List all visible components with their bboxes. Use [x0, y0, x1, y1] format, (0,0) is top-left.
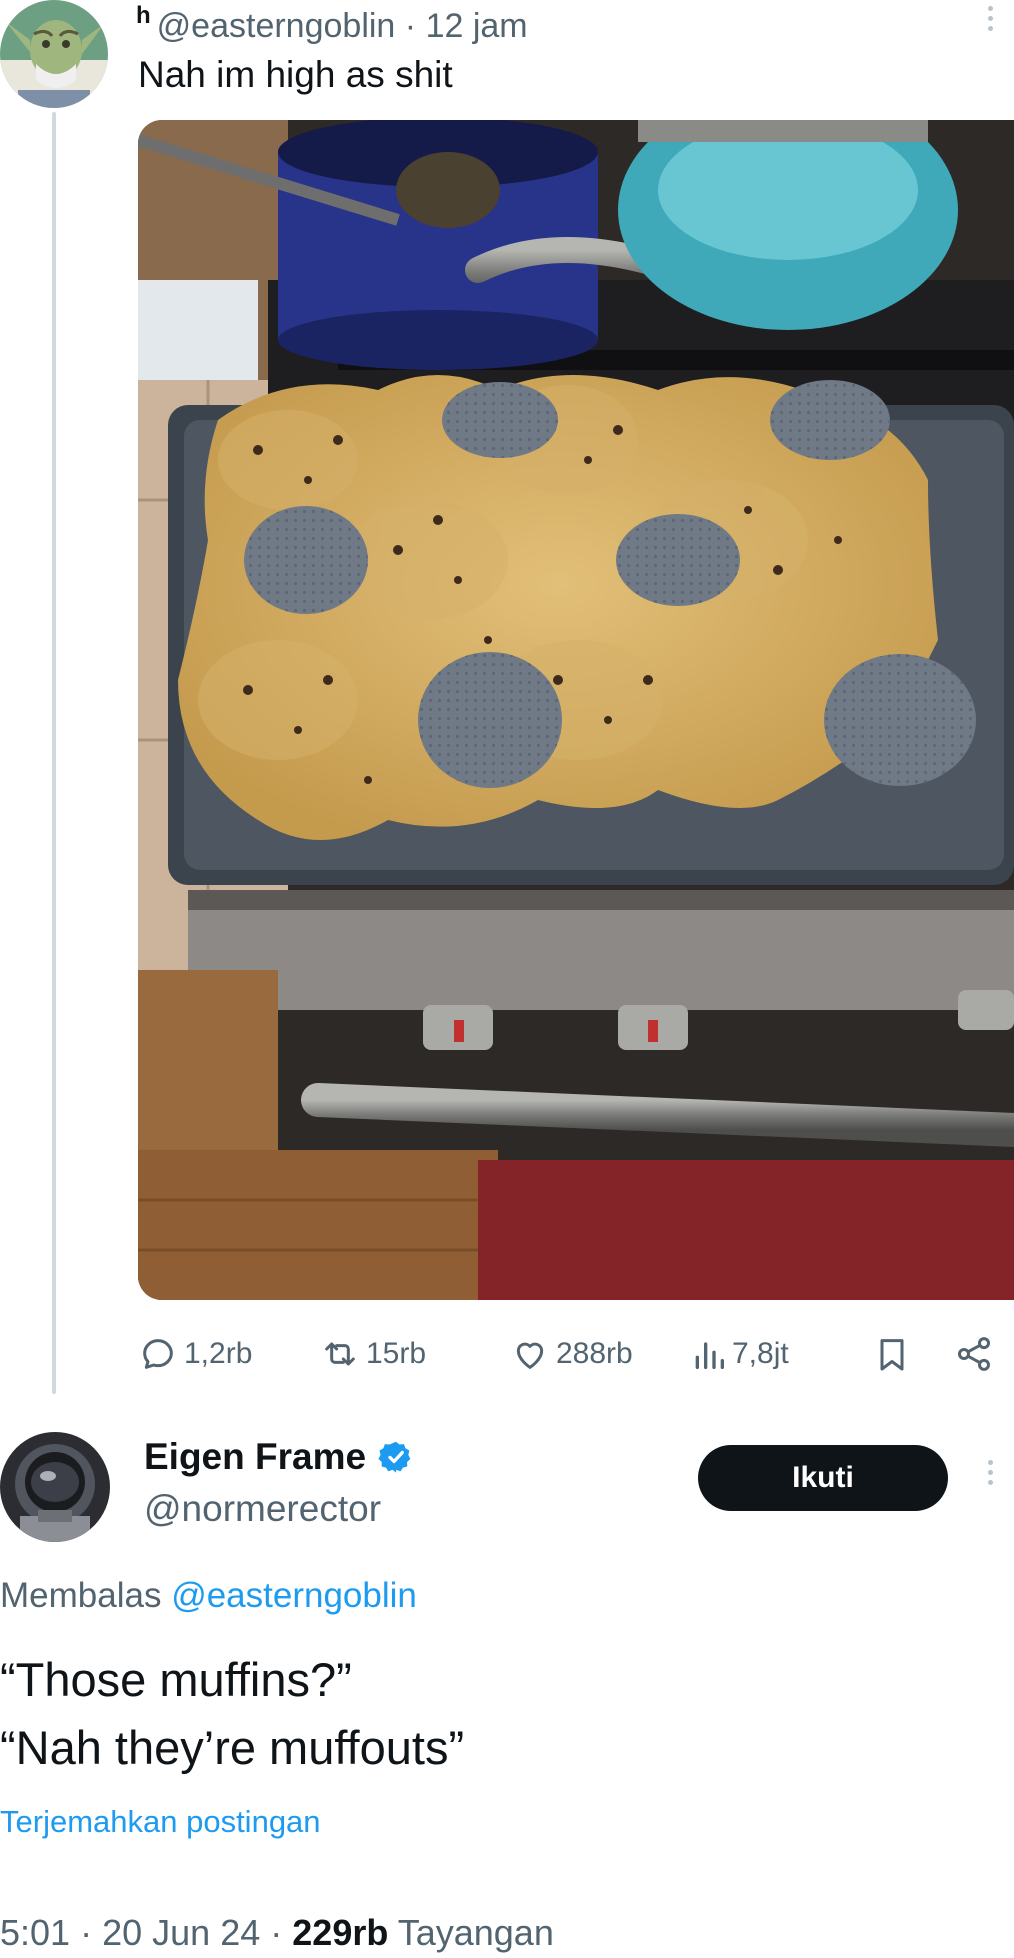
like-icon	[516, 1342, 544, 1369]
header-separator: ·	[404, 7, 417, 45]
views-icon	[695, 1342, 724, 1369]
thread-connector-line	[52, 112, 56, 1394]
parent-display-name-fragment[interactable]: h	[136, 2, 151, 29]
views-button[interactable]: 7,8jt	[692, 1330, 789, 1378]
reply-views-label: Tayangan	[397, 1912, 554, 1953]
views-count: 7,8jt	[732, 1337, 789, 1370]
reply-icon	[143, 1339, 173, 1369]
follow-button[interactable]: Ikuti	[698, 1445, 948, 1511]
tweet-photo[interactable]	[138, 120, 1014, 1300]
reply-avatar[interactable]	[0, 1432, 110, 1542]
reply-meta-line: 5:01 · 20 Jun 24 · 229rb Tayangan	[0, 1912, 554, 1954]
repost-count: 15rb	[366, 1337, 427, 1370]
meta-separator-1: ·	[80, 1912, 93, 1953]
reply-button[interactable]: 1,2rb	[138, 1330, 252, 1378]
replying-to-line: Membalas @easterngoblin	[0, 1576, 417, 1616]
bookmark-button[interactable]	[872, 1330, 912, 1378]
parent-tweet[interactable]: h @easterngoblin · 12 jam Nah im high as …	[0, 0, 1014, 1400]
verified-badge-icon	[378, 1441, 411, 1473]
repost-button[interactable]: 15rb	[320, 1330, 426, 1378]
parent-more-icon[interactable]	[984, 6, 996, 31]
parent-avatar[interactable]	[0, 0, 108, 108]
replying-to-mention[interactable]: @easterngoblin	[171, 1576, 417, 1615]
bookmark-icon	[880, 1339, 904, 1371]
replying-prefix: Membalas	[0, 1576, 162, 1615]
like-count: 288rb	[556, 1337, 633, 1370]
reply-handle[interactable]: @normerector	[144, 1488, 381, 1530]
reply-time[interactable]: 5:01	[0, 1912, 70, 1953]
parent-handle[interactable]: @easterngoblin	[157, 7, 396, 45]
reply-views-count: 229rb	[292, 1912, 389, 1953]
reply-count: 1,2rb	[184, 1337, 253, 1370]
parent-action-bar: 1,2rb 15rb 288rb 7,8jt	[138, 1330, 1014, 1378]
parent-tweet-header: h @easterngoblin · 12 jam	[136, 2, 528, 46]
share-icon	[957, 1337, 991, 1371]
reply-author-row: Eigen Frame	[144, 1436, 414, 1478]
reply-display-name[interactable]: Eigen Frame	[144, 1436, 366, 1478]
reply-more-icon[interactable]	[984, 1460, 996, 1485]
share-button[interactable]	[954, 1330, 994, 1378]
reply-date[interactable]: 20 Jun 24	[102, 1912, 260, 1953]
meta-separator-2: ·	[270, 1912, 283, 1953]
repost-icon	[325, 1342, 355, 1366]
reply-text-line-2: “Nah they’re muffouts”	[0, 1721, 465, 1774]
translate-post-link[interactable]: Terjemahkan postingan	[0, 1804, 321, 1840]
like-button[interactable]: 288rb	[510, 1330, 633, 1378]
reply-text-line-1: “Those muffins?”	[0, 1653, 352, 1706]
parent-timestamp[interactable]: 12 jam	[426, 7, 528, 45]
parent-tweet-text: Nah im high as shit	[138, 54, 453, 95]
